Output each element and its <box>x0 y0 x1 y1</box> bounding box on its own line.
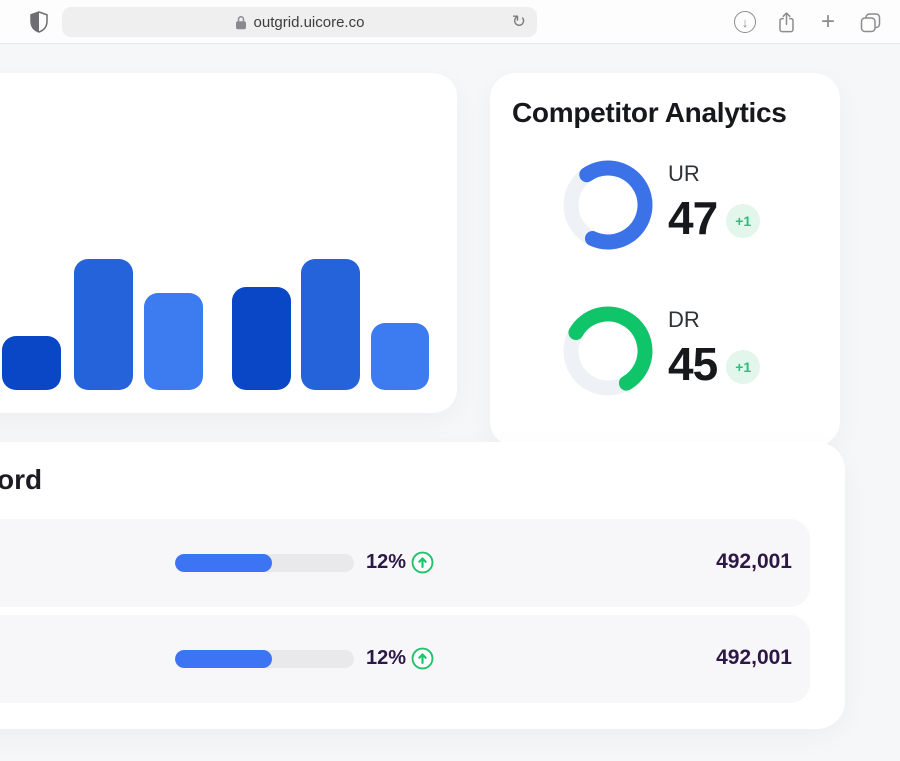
dr-donut-chart <box>563 306 653 396</box>
bar-chart-bar <box>371 323 429 390</box>
metric-label: DR <box>668 307 760 333</box>
tab-overview-button[interactable] <box>853 0 887 44</box>
download-icon: ↓ <box>734 11 756 33</box>
table-row[interactable]: 12% 492,001 <box>0 519 810 607</box>
tabs-icon <box>858 11 883 34</box>
change-percent: 12% <box>366 647 406 670</box>
traffic-bar-chart-card <box>0 73 457 413</box>
row-value: 492,001 <box>716 646 792 670</box>
browser-toolbar: outgrid.uicore.co ↻ ↓ + <box>0 0 900 44</box>
address-bar[interactable]: outgrid.uicore.co ↻ <box>62 7 537 37</box>
competitor-analytics-card: Competitor Analytics UR 47 +1 DR <box>490 73 840 447</box>
new-tab-button[interactable]: + <box>813 0 843 44</box>
metric-value: 45 <box>668 341 717 387</box>
metric-label: UR <box>668 161 760 187</box>
table-heading: ord <box>0 464 42 496</box>
metric-value: 47 <box>668 195 717 241</box>
lock-icon <box>235 15 247 30</box>
delta-badge: +1 <box>726 350 760 384</box>
share-button[interactable] <box>772 0 800 44</box>
metric-dr: DR 45 +1 <box>563 306 833 418</box>
bar-chart-bar <box>232 287 291 390</box>
bar-chart-bar <box>74 259 133 390</box>
bar-chart-bar <box>301 259 360 390</box>
plus-icon: + <box>821 8 835 36</box>
downloads-button[interactable]: ↓ <box>731 0 759 44</box>
card-title: Competitor Analytics <box>512 97 787 129</box>
table-row[interactable]: 12% 492,001 <box>0 615 810 703</box>
privacy-shield-icon[interactable] <box>29 11 49 33</box>
reload-icon[interactable]: ↻ <box>512 11 526 33</box>
progress-bar <box>175 650 354 668</box>
progress-bar <box>175 554 354 572</box>
page-content: Competitor Analytics UR 47 +1 DR <box>0 44 900 761</box>
delta-badge: +1 <box>726 204 760 238</box>
share-icon <box>776 10 797 35</box>
row-value: 492,001 <box>716 550 792 574</box>
ur-donut-chart <box>563 160 653 250</box>
progress-fill <box>175 554 272 572</box>
change-percent: 12% <box>366 551 406 574</box>
progress-fill <box>175 650 272 668</box>
trend-up-icon <box>411 647 434 670</box>
metric-ur: UR 47 +1 <box>563 160 833 272</box>
bar-chart-bar <box>2 336 61 390</box>
bar-chart-bar <box>144 293 203 390</box>
url-text: outgrid.uicore.co <box>254 14 365 31</box>
trend-up-icon <box>411 551 434 574</box>
keyword-table-card: ord 12% 492,001 12% <box>0 442 845 729</box>
